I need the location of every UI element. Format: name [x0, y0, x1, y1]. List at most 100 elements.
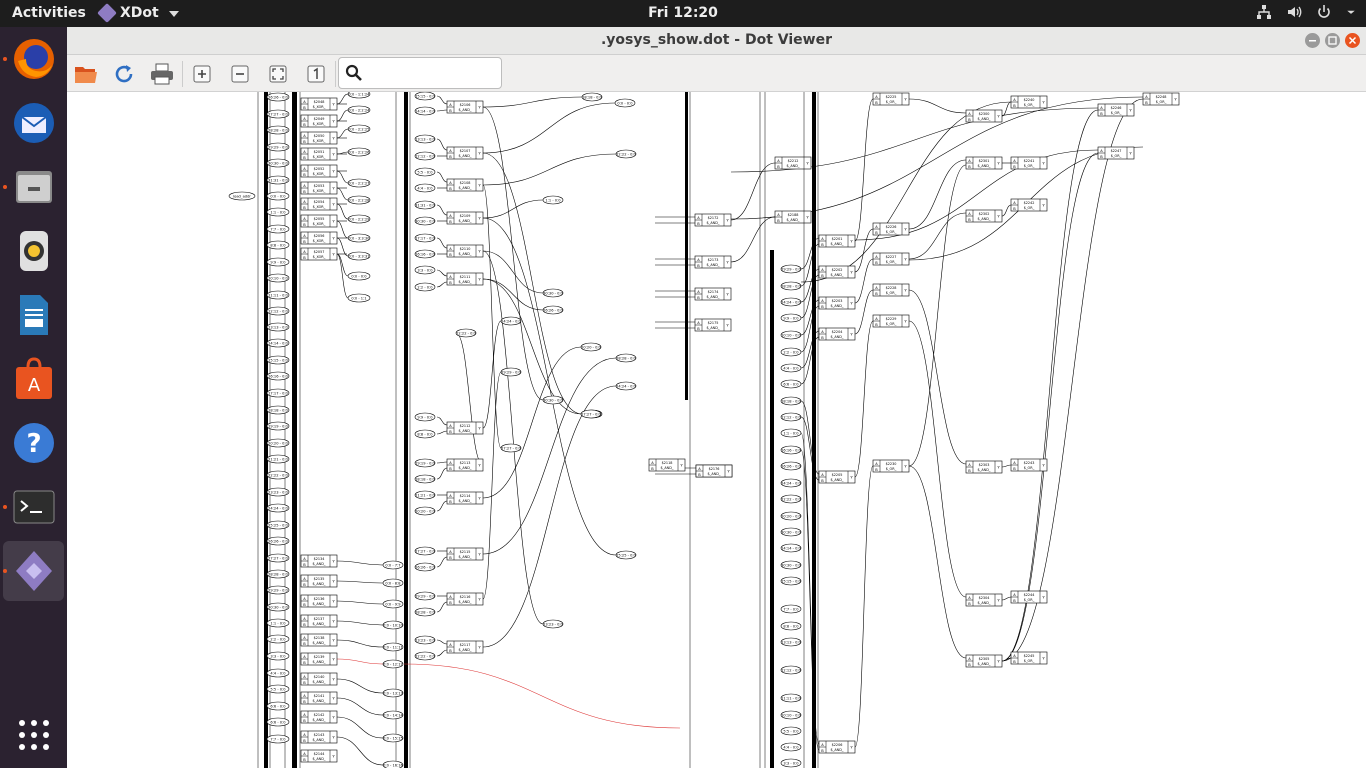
- dock-ubuntu-software[interactable]: A: [3, 349, 64, 409]
- cell-id: $2055: [314, 217, 325, 221]
- cell-id: $2206: [832, 743, 843, 747]
- node-text: 23:23 - 0:0: [268, 491, 288, 495]
- cell-id: $2226: [886, 225, 897, 229]
- cell-id: $2137: [314, 617, 325, 621]
- node-text: 22:22 - 0:0: [781, 498, 801, 502]
- dock-rhythmbox[interactable]: [3, 221, 64, 281]
- cell-type: $_OR_: [1024, 659, 1035, 663]
- dock-terminal[interactable]: [3, 477, 64, 537]
- zoom-out-button[interactable]: [226, 60, 254, 88]
- close-button[interactable]: [1345, 33, 1360, 48]
- show-applications-button[interactable]: [3, 705, 64, 765]
- dock-files[interactable]: [3, 157, 64, 217]
- cell-id: $2175: [708, 321, 719, 325]
- graph-edge: [800, 336, 820, 385]
- cell-type: $_OR_: [1024, 206, 1035, 210]
- graph-cell: ABY$2135$_AND_: [300, 574, 338, 588]
- window-titlebar[interactable]: .yosys_show.dot - Dot Viewer: [67, 27, 1366, 55]
- zoom-100-button[interactable]: [302, 60, 330, 88]
- dock-xdot[interactable]: [3, 541, 64, 601]
- print-button[interactable]: [148, 60, 176, 88]
- graph-node-label: 18:18 - 0:0: [414, 474, 436, 484]
- graph-node-label: 0:0 - 2:2:27: [347, 178, 371, 188]
- dock-thunderbird[interactable]: [3, 93, 64, 153]
- cell-id: $2139: [314, 655, 325, 659]
- dock: A ?: [0, 27, 67, 768]
- cell-id: $2114: [460, 494, 471, 498]
- graph-cell: ABY$2226$_OR_: [872, 222, 910, 236]
- app-menu[interactable]: XDot: [97, 3, 179, 23]
- node-text: 27:27 - 0:0: [415, 550, 435, 554]
- activities-button[interactable]: Activities: [12, 5, 86, 21]
- cell-id: $2134: [314, 557, 325, 561]
- cell-type: $_AND_: [312, 718, 325, 722]
- search-input[interactable]: [369, 63, 494, 83]
- graph-node-label: 18:18 - 0:0: [581, 92, 603, 102]
- cell-id: $2205: [832, 473, 843, 477]
- software-icon: A: [15, 357, 52, 399]
- folder-open-icon: [75, 67, 97, 83]
- volume-icon[interactable]: [1286, 4, 1302, 20]
- dock-firefox[interactable]: [3, 29, 64, 89]
- system-tray[interactable]: [1256, 4, 1356, 20]
- cell-id: $2304: [979, 596, 990, 600]
- cell-id: $2230: [886, 462, 897, 466]
- graph-node-label: 31:31 - 0:0: [266, 175, 290, 185]
- node-text: 28:28 - 0:0: [268, 129, 288, 133]
- graph-node-label: 11:11 - 0:0: [266, 290, 290, 300]
- graph-cell: ABY$2188$_AND_: [774, 210, 812, 224]
- cell-id: $2109: [460, 214, 471, 218]
- graph-cell: ABY$2140$_AND_: [300, 672, 338, 686]
- power-icon[interactable]: [1316, 4, 1332, 20]
- cell-id: $2112: [460, 424, 471, 428]
- graph-edge: [336, 560, 384, 566]
- chevron-down-icon[interactable]: [1346, 4, 1356, 20]
- graph-edge: [854, 465, 874, 748]
- graph-edge: [482, 102, 616, 154]
- search-box[interactable]: [338, 57, 502, 89]
- dot-graph[interactable]: load_addr 26:26 - 0:0 27:27 - 0:0 28:28 - 0…: [67, 92, 1366, 768]
- cell-id: $2054: [314, 200, 325, 204]
- minimize-button[interactable]: [1305, 33, 1320, 48]
- node-text: 26:26 - 0:0: [415, 566, 435, 570]
- cell-id: $2108: [460, 181, 471, 185]
- graph-node-label: 15:15 - 0:0: [780, 576, 802, 586]
- node-text: 15:15 - 0:0: [415, 95, 435, 99]
- graph-cell: ABY$2139$_AND_: [300, 652, 338, 666]
- zoom-in-button[interactable]: [188, 60, 216, 88]
- reload-button[interactable]: [110, 60, 138, 88]
- node-text: 2:2 - 0:0: [417, 286, 433, 290]
- graph-node-label: 10:10 - 0:0: [780, 710, 802, 720]
- graph-node-label: 10:10 - 0:0: [266, 273, 290, 283]
- edge-bundle: [770, 250, 774, 768]
- maximize-button[interactable]: [1325, 33, 1340, 48]
- graph-cell: ABY$2204$_AND_: [818, 327, 856, 341]
- clock[interactable]: Fri 12:20: [648, 5, 718, 21]
- node-text: 22:22 - 0:0: [415, 655, 435, 659]
- graph-edge: [336, 253, 349, 299]
- dock-help[interactable]: ?: [3, 413, 64, 473]
- graph-node-label: 0:0 - 8:8: [382, 578, 404, 588]
- graph-edge: [482, 106, 544, 401]
- graph-cell: ABY$2201$_AND_: [818, 234, 856, 248]
- open-button[interactable]: [72, 60, 100, 88]
- graph-edge: [436, 639, 448, 645]
- zoom-out-icon: [231, 65, 249, 83]
- node-text: 6:6 - 0:0: [783, 383, 799, 387]
- cell-type: $_XOR_: [313, 222, 326, 226]
- cell-type: $_AND_: [977, 217, 990, 221]
- node-text: 20:20 - 0:0: [781, 515, 801, 519]
- graph-node-label: 6:6 - 0:0: [266, 701, 290, 711]
- dock-libreoffice-writer[interactable]: [3, 285, 64, 345]
- graph-node-label: 0:0 - 10:10: [382, 620, 404, 630]
- node-text: 4:4 - 0:0: [270, 672, 286, 676]
- graph-edge: [800, 400, 820, 475]
- graph-node-label: 2:2 - 0:0: [780, 347, 802, 357]
- top-bar: Activities XDot Fri 12:20: [0, 0, 1366, 27]
- node-text: 2:2 - 0:0: [270, 638, 286, 642]
- zoom-fit-button[interactable]: [264, 60, 292, 88]
- network-icon[interactable]: [1256, 4, 1272, 20]
- graph-canvas[interactable]: load_addr 26:26 - 0:0 27:27 - 0:0 28:28 - 0…: [67, 92, 1366, 768]
- cell-type: $_AND_: [830, 478, 843, 482]
- graph-edge: [336, 600, 384, 605]
